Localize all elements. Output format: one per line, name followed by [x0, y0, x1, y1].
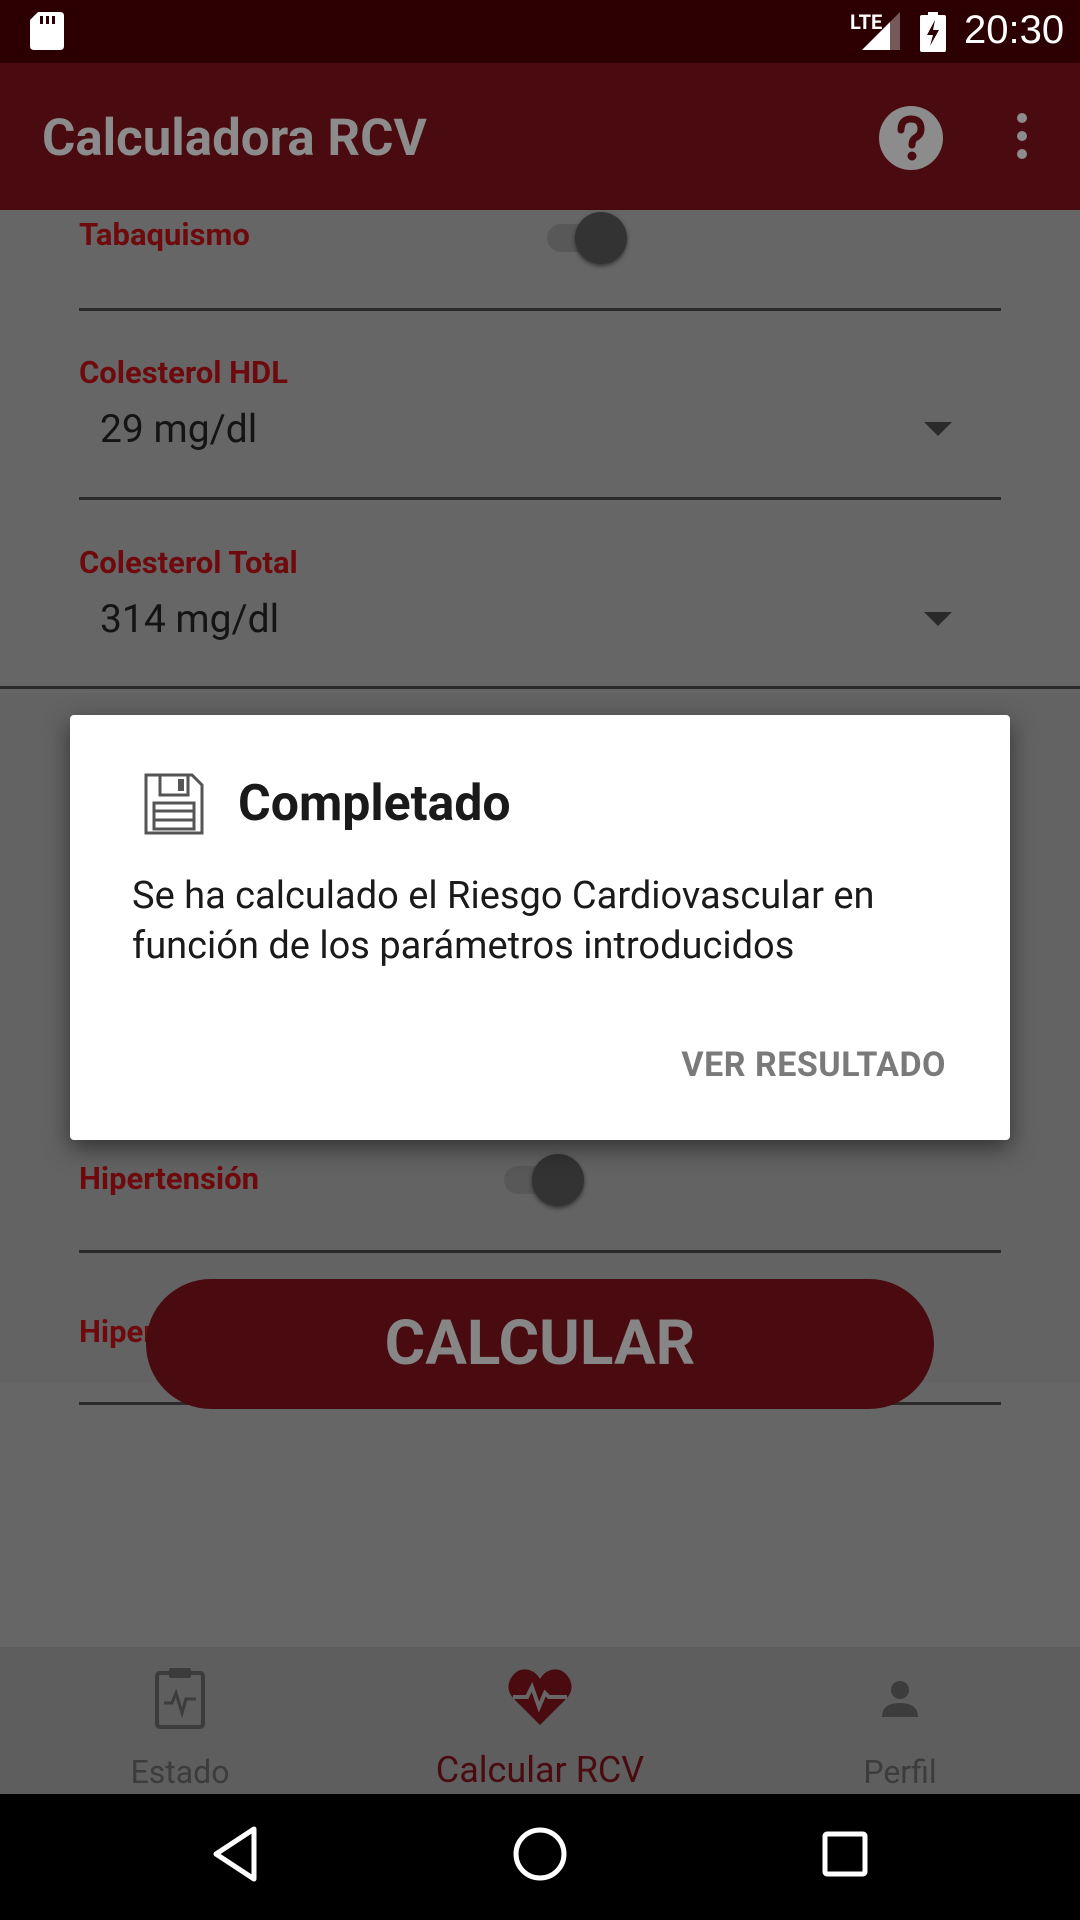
heart-pulse-icon [508, 1669, 572, 1725]
tabaquismo-switch[interactable] [541, 210, 627, 264]
back-icon[interactable] [210, 1824, 260, 1884]
dialog-title: Completado [238, 775, 511, 833]
bottom-navigation: Estado Calcular RCV Perfil [0, 1647, 1080, 1794]
person-icon [882, 1681, 918, 1717]
divider [79, 308, 1001, 311]
save-icon [144, 773, 204, 835]
divider [79, 497, 1001, 500]
nav-label-calcular: Calcular RCV [435, 1749, 645, 1791]
ver-resultado-button[interactable]: VER RESULTADO [681, 1045, 946, 1085]
total-select-value[interactable]: 314 mg/dl [100, 596, 279, 642]
switch-thumb [532, 1154, 584, 1206]
completion-dialog: Completado Se ha calculado el Riesgo Car… [70, 715, 1010, 1140]
hipertension-label: Hipertensión [79, 1160, 259, 1197]
nav-item-perfil[interactable]: Perfil [720, 1647, 1080, 1794]
app-title: Calculadora RCV [42, 109, 427, 168]
dialog-message: Se ha calculado el Riesgo Cardiovascular… [132, 874, 875, 968]
nav-item-estado[interactable]: Estado [0, 1647, 360, 1794]
sd-card-icon [30, 12, 64, 50]
help-icon[interactable] [879, 106, 943, 170]
nav-label-perfil: Perfil [863, 1753, 937, 1791]
hdl-label: Colesterol HDL [79, 354, 288, 391]
battery-charging-icon [920, 12, 946, 52]
nav-label-estado: Estado [130, 1753, 230, 1791]
clock: 20:30 [964, 8, 1065, 52]
status-bar: LTE 20:30 [0, 0, 1080, 63]
app-toolbar: Calculadora RCV [0, 63, 1080, 210]
clipboard-pulse-icon [155, 1668, 205, 1729]
more-vert-icon[interactable] [1012, 111, 1032, 161]
calcular-button[interactable]: CALCULAR [146, 1279, 934, 1409]
total-label: Colesterol Total [79, 544, 298, 581]
tabaquismo-label: Tabaquismo [79, 216, 250, 253]
chevron-down-icon[interactable] [924, 422, 952, 436]
hipertension-switch[interactable] [498, 1152, 584, 1206]
chevron-down-icon[interactable] [924, 612, 952, 626]
signal-icon [862, 12, 900, 50]
hdl-select-value[interactable]: 29 mg/dl [100, 406, 257, 452]
divider [79, 1250, 1001, 1253]
section-divider [0, 686, 1080, 689]
switch-thumb [575, 212, 627, 264]
recents-icon[interactable] [820, 1824, 870, 1884]
nav-item-calcular[interactable]: Calcular RCV [360, 1647, 720, 1794]
system-navigation-bar [0, 1794, 1080, 1920]
home-icon[interactable] [510, 1824, 570, 1884]
